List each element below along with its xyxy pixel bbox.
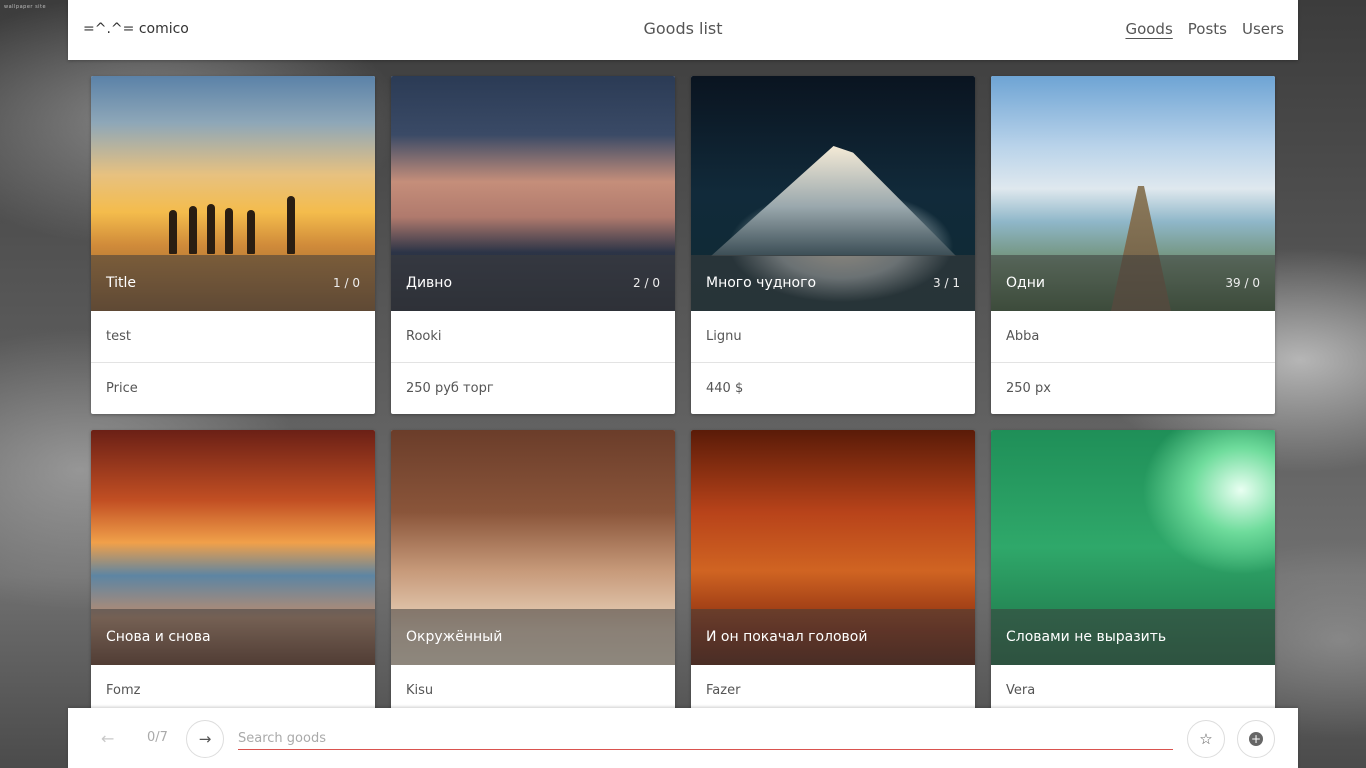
goods-author: Rooki: [406, 329, 442, 344]
goods-card[interactable]: Дивно 2 / 0 Rooki 250 руб торг: [391, 76, 675, 414]
next-page-button[interactable]: →: [186, 720, 224, 758]
goods-image: Одни 39 / 0: [991, 76, 1275, 311]
goods-caption: Словами не выразить: [991, 609, 1275, 665]
goods-title: Снова и снова: [106, 629, 211, 645]
plus-circle-icon: +: [1249, 732, 1263, 746]
goods-title: Одни: [1006, 275, 1045, 291]
page-title: Goods list: [643, 19, 723, 38]
search-input[interactable]: [238, 727, 1173, 750]
goods-caption: Одни 39 / 0: [991, 255, 1275, 311]
favorite-button[interactable]: ☆: [1187, 720, 1225, 758]
goods-counts: 2 / 0: [633, 276, 660, 290]
goods-grid: Title 1 / 0 test Price Дивно 2 / 0 Rooki…: [91, 76, 1275, 768]
goods-caption: Title 1 / 0: [91, 255, 375, 311]
prev-page-button[interactable]: ←: [101, 729, 114, 748]
goods-card[interactable]: Много чудного 3 / 1 Lignu 440 $: [691, 76, 975, 414]
goods-author: Lignu: [706, 329, 742, 344]
goods-author: test: [106, 329, 131, 344]
goods-image: Словами не выразить: [991, 430, 1275, 665]
goods-title: Много чудного: [706, 275, 817, 291]
goods-title: Title: [106, 275, 137, 291]
arrow-left-icon: ←: [101, 729, 115, 748]
goods-counts: 1 / 0: [333, 276, 360, 290]
nav-goods[interactable]: Goods: [1125, 20, 1172, 38]
star-icon: ☆: [1199, 730, 1213, 748]
goods-counts: 3 / 1: [933, 276, 960, 290]
goods-image: Окружённый: [391, 430, 675, 665]
goods-title: Дивно: [406, 275, 453, 291]
page-indicator: 0/7: [147, 730, 168, 745]
top-bar: =^.^= comico Goods list Goods Posts User…: [68, 0, 1298, 60]
goods-caption: Много чудного 3 / 1: [691, 255, 975, 311]
goods-title: Окружённый: [406, 629, 503, 645]
goods-card[interactable]: Title 1 / 0 test Price: [91, 76, 375, 414]
main-nav: Goods Posts Users: [1125, 20, 1284, 38]
goods-price: Price: [91, 362, 375, 414]
goods-price: 250 руб торг: [391, 362, 675, 414]
goods-counts: 39 / 0: [1225, 276, 1260, 290]
goods-image: Title 1 / 0: [91, 76, 375, 311]
goods-image: Много чудного 3 / 1: [691, 76, 975, 311]
goods-price: 250 px: [991, 362, 1275, 414]
goods-image: Дивно 2 / 0: [391, 76, 675, 311]
watermark: wallpaper site: [4, 4, 47, 10]
goods-caption: И он покачал головой: [691, 609, 975, 665]
goods-caption: Окружённый: [391, 609, 675, 665]
goods-image: И он покачал головой: [691, 430, 975, 665]
add-goods-button[interactable]: +: [1237, 720, 1275, 758]
goods-image: Снова и снова: [91, 430, 375, 665]
nav-users[interactable]: Users: [1242, 20, 1284, 38]
bottom-bar: ← 0/7 → ☆ +: [68, 708, 1298, 768]
arrow-right-icon: →: [198, 730, 212, 748]
goods-author: Abba: [1006, 329, 1040, 344]
goods-caption: Снова и снова: [91, 609, 375, 665]
goods-title: И он покачал головой: [706, 629, 868, 645]
goods-price: 440 $: [691, 362, 975, 414]
nav-posts[interactable]: Posts: [1188, 20, 1227, 38]
goods-title: Словами не выразить: [1006, 629, 1167, 645]
goods-card[interactable]: Одни 39 / 0 Abba 250 px: [991, 76, 1275, 414]
goods-caption: Дивно 2 / 0: [391, 255, 675, 311]
